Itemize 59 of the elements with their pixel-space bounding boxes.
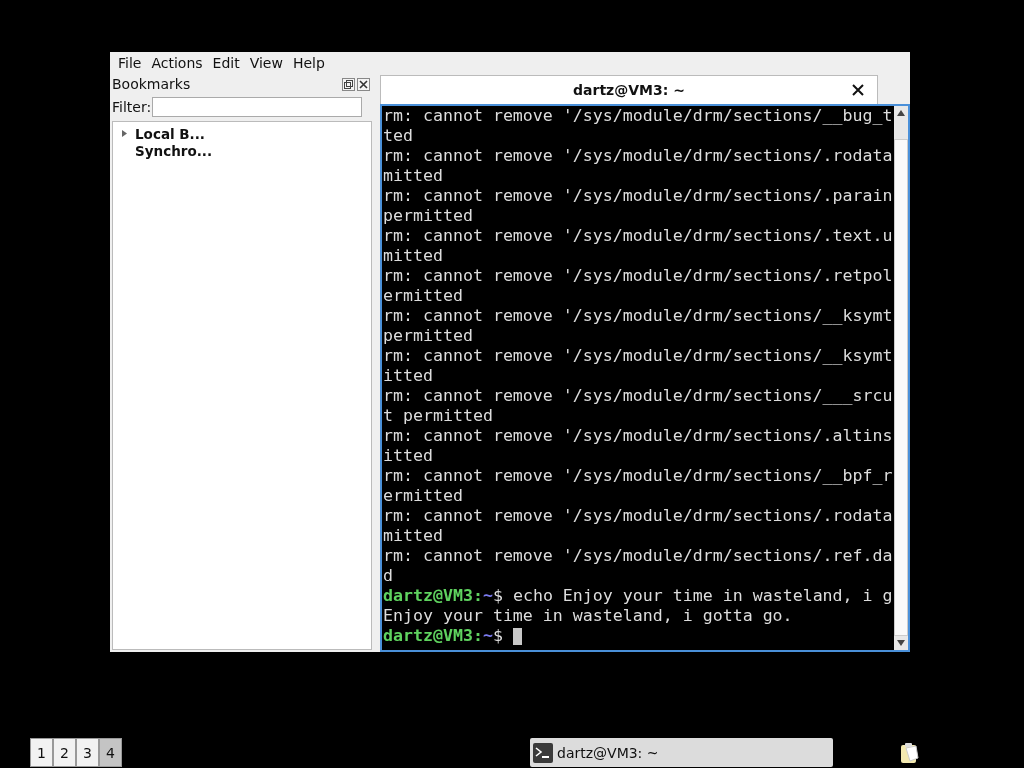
terminal-icon — [533, 742, 553, 763]
scrollbar[interactable] — [894, 106, 908, 650]
terminal-output: rm: cannot remove '/sys/module/drm/sections/.rodata — [383, 506, 893, 526]
close-icon[interactable] — [851, 83, 865, 97]
terminal-output: mitted — [383, 246, 443, 266]
scroll-down-icon[interactable] — [897, 640, 905, 646]
prompt-symbol: $ — [492, 626, 503, 646]
terminal-output: permitted — [383, 326, 473, 346]
terminal-output: ted — [383, 126, 413, 146]
menu-item[interactable]: View — [245, 55, 289, 71]
clipboard-icon[interactable] — [898, 741, 920, 764]
prompt-path: ~ — [482, 626, 493, 646]
terminal-output: ermitted — [383, 486, 463, 506]
terminal-output: rm: cannot remove '/sys/module/drm/sections/__bug_t — [383, 106, 893, 126]
terminal-output: rm: cannot remove '/sys/module/drm/sections/___srcu — [383, 386, 893, 406]
prompt-user: dartz@VM3 — [383, 586, 473, 606]
filter-field[interactable] — [152, 97, 363, 117]
terminal-output: rm: cannot remove '/sys/module/drm/sections/.parain — [383, 186, 893, 206]
panel-title: Bookmarks — [112, 76, 191, 92]
taskbar-task[interactable]: dartz@VM3: ~ — [530, 738, 833, 767]
terminal-output: rm: cannot remove '/sys/module/drm/sections/__ksymt — [383, 306, 893, 326]
prompt-user: dartz@VM3 — [383, 626, 473, 646]
menu-item[interactable]: Actions — [147, 55, 209, 71]
terminal-output: rm: cannot remove '/sys/module/drm/sections/.text.u — [383, 226, 893, 246]
terminal-output: mitted — [383, 166, 443, 186]
scroll-up-icon[interactable] — [897, 110, 905, 116]
terminal-output: rm: cannot remove '/sys/module/drm/sections/__ksymt — [383, 346, 893, 366]
menu-item[interactable]: Edit — [208, 55, 246, 71]
terminal-output: t permitted — [383, 406, 493, 426]
prompt-symbol: $ — [492, 586, 503, 606]
tree-item[interactable]: Local B... — [135, 125, 205, 142]
prompt-path: ~ — [482, 586, 493, 606]
menu-item[interactable]: Help — [288, 55, 331, 71]
workspace-button[interactable]: 2 — [53, 738, 76, 767]
terminal-output: Enjoy your time in wasteland, i gotta go. — [383, 606, 793, 626]
terminal-output: rm: cannot remove '/sys/module/drm/sections/.ref.da — [383, 546, 893, 566]
workspace-button[interactable]: 3 — [76, 738, 99, 767]
terminal-output: rm: cannot remove '/sys/module/drm/sections/.rodata — [383, 146, 893, 166]
expander-icon[interactable] — [120, 130, 128, 137]
terminal-output: itted — [383, 446, 433, 466]
terminal-output: rm: cannot remove '/sys/module/drm/sections/.retpol — [383, 266, 893, 286]
terminal-command: echo Enjoy your time in wasteland, i g — [512, 586, 893, 606]
tree-item[interactable]: Synchro... — [135, 142, 213, 159]
terminal-output: rm: cannot remove '/sys/module/drm/sections/__bpf_r — [383, 466, 893, 486]
terminal-output: ermitted — [383, 286, 463, 306]
terminal-output: itted — [383, 366, 433, 386]
terminal-tab[interactable]: dartz@VM3: ~ — [380, 75, 878, 104]
filter-label: Filter: — [112, 99, 152, 115]
menu-item[interactable]: File — [114, 55, 148, 71]
terminal-output: permitted — [383, 206, 473, 226]
float-icon[interactable] — [342, 77, 355, 91]
prompt-separator: : — [472, 626, 483, 646]
close-icon[interactable] — [357, 77, 370, 91]
workspace-button[interactable]: 4 — [99, 738, 122, 767]
terminal-output: d — [383, 566, 393, 586]
terminal-output: mitted — [383, 526, 443, 546]
prompt-separator: : — [472, 586, 483, 606]
workspace-button[interactable]: 1 — [30, 738, 53, 767]
terminal-output: rm: cannot remove '/sys/module/drm/sections/.altins — [383, 426, 893, 446]
